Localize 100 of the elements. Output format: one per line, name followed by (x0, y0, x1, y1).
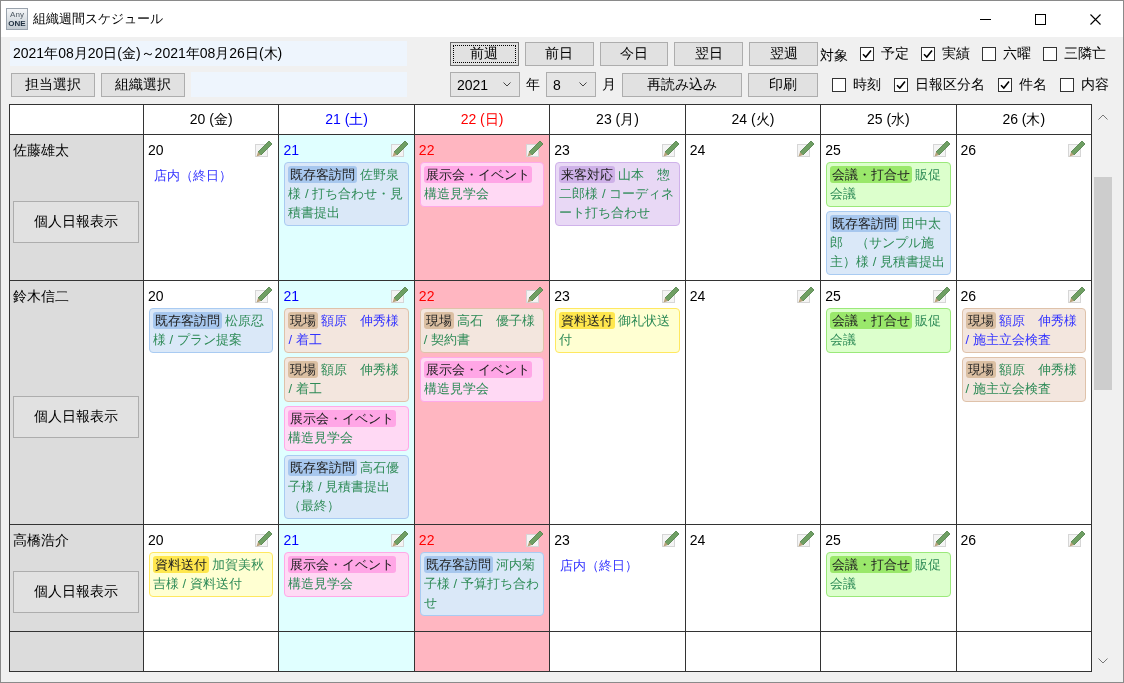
event-card[interactable]: 展示会・イベント 構造見学会 (419, 162, 545, 207)
category-label: 展示会・イベント (288, 410, 397, 427)
event-card[interactable]: 現場 高石 優子様 / 契約書 (419, 308, 545, 353)
event-card[interactable]: 展示会・イベント 構造見学会 (284, 552, 409, 597)
category-label: 資料送付 (153, 556, 209, 573)
date-range-field[interactable]: 2021年08月20日(金)～2021年08月26日(木) (10, 41, 407, 66)
pencil-icon[interactable] (1068, 139, 1086, 157)
scroll-up-icon[interactable] (1098, 114, 1108, 120)
target-label: 対象 (820, 46, 848, 65)
pencil-icon[interactable] (526, 285, 545, 303)
action-button[interactable]: 印刷 (748, 72, 818, 97)
event-text[interactable]: 店内（終日） (555, 556, 639, 575)
event-card[interactable]: 現場 額原 伸秀様 / 着工 (284, 357, 409, 402)
checkbox[interactable] (1043, 46, 1057, 61)
pencil-icon[interactable] (390, 529, 409, 547)
day-number: 20 (148, 288, 164, 304)
category-label: 展示会・イベント (288, 556, 397, 573)
pencil-icon[interactable] (932, 529, 951, 547)
chevron-down-icon (503, 82, 511, 87)
event-card[interactable]: 現場 額原 伸秀様 / 施主立会検査 (961, 357, 1086, 402)
checkbox-label[interactable]: 予定 (881, 44, 909, 63)
pencil-icon[interactable] (255, 285, 274, 303)
checkbox-label[interactable]: 内容 (1081, 75, 1109, 94)
year-select[interactable]: 2021 (450, 72, 520, 97)
pencil-icon[interactable] (255, 139, 274, 157)
category-label: 既存客訪問 (153, 312, 222, 329)
category-label: 会議・打合せ (830, 312, 913, 329)
daily-report-button[interactable]: 個人日報表示 (13, 200, 139, 243)
checkbox-label[interactable]: 六曜 (1003, 44, 1031, 63)
event-card[interactable]: 会議・打合せ 販促会議 (826, 162, 951, 207)
event-card[interactable]: 既存客訪問 高石優子様 / 見積書提出（最終） (284, 455, 409, 519)
day-number: 20 (148, 532, 164, 548)
select-button[interactable]: 担当選択 (11, 72, 95, 97)
pencil-icon[interactable] (661, 139, 680, 157)
checkbox[interactable] (860, 46, 874, 61)
event-card[interactable]: 既存客訪問 松原忍様 / プラン提案 (149, 308, 274, 353)
app-logo: Any ONE (6, 8, 28, 30)
event-card[interactable]: 展示会・イベント 構造見学会 (419, 357, 545, 402)
checkbox[interactable] (1060, 77, 1074, 92)
pencil-icon[interactable] (255, 529, 274, 547)
checkbox[interactable] (921, 46, 935, 61)
action-button[interactable]: 再読み込み (622, 72, 742, 97)
pencil-icon[interactable] (390, 285, 409, 303)
staff-name: 鈴木信二 (13, 287, 70, 305)
checkbox[interactable] (832, 77, 846, 92)
day-number: 25 (825, 142, 841, 158)
event-card[interactable]: 会議・打合せ 販促会議 (826, 552, 951, 597)
pencil-icon[interactable] (1068, 529, 1086, 547)
pencil-icon[interactable] (526, 139, 545, 157)
scroll-down-icon[interactable] (1098, 658, 1108, 664)
category-label: 資料送付 (559, 312, 616, 329)
event-card[interactable]: 来客対応 山本 惣二郎様 / コーディネート打ち合わせ (555, 162, 680, 226)
unit-label: 年 (526, 75, 540, 94)
checkbox[interactable] (982, 46, 996, 61)
nav-button[interactable]: 前週 (450, 41, 519, 66)
pencil-icon[interactable] (932, 285, 951, 303)
event-card[interactable]: 既存客訪問 佐野泉様 / 打ち合わせ・見積書提出 (284, 162, 409, 226)
nav-button[interactable]: 翌日 (674, 41, 744, 66)
event-card[interactable]: 資料送付 御礼状送付 (555, 308, 680, 353)
event-card[interactable]: 会議・打合せ 販促会議 (826, 308, 951, 353)
event-card[interactable]: 現場 額原 伸秀様 / 着工 (284, 308, 409, 353)
pencil-icon[interactable] (526, 529, 545, 547)
checkbox-label[interactable]: 件名 (1019, 75, 1047, 94)
pencil-icon[interactable] (797, 285, 816, 303)
pencil-icon[interactable] (797, 139, 816, 157)
daily-report-button[interactable]: 個人日報表示 (13, 395, 139, 438)
checkbox[interactable] (998, 77, 1012, 92)
staff-name: 佐藤雄太 (13, 141, 70, 159)
category-label: 既存客訪問 (288, 166, 358, 183)
nav-button[interactable]: 今日 (599, 41, 669, 66)
day-number: 25 (825, 288, 841, 304)
nav-button[interactable]: 前日 (524, 41, 594, 66)
pencil-icon[interactable] (661, 529, 680, 547)
checkbox-label[interactable]: 三隣亡 (1064, 44, 1106, 63)
checkbox-label[interactable]: 実績 (942, 44, 970, 63)
select-button[interactable]: 組織選択 (101, 72, 185, 97)
event-card[interactable]: 資料送付 加賀美秋吉様 / 資料送付 (149, 552, 274, 597)
event-text[interactable]: 店内（終日） (149, 166, 232, 185)
nav-button[interactable]: 翌週 (749, 41, 818, 66)
checkbox-label[interactable]: 日報区分名 (915, 75, 985, 94)
category-label: 会議・打合せ (830, 556, 913, 573)
checkbox[interactable] (894, 77, 908, 92)
month-select[interactable]: 8 (546, 72, 596, 97)
event-card[interactable]: 既存客訪問 河内菊子様 / 予算打ち合わせ (419, 552, 545, 616)
pencil-icon[interactable] (932, 139, 951, 157)
category-label: 展示会・イベント (423, 361, 532, 378)
event-card[interactable]: 展示会・イベント 構造見学会 (284, 406, 409, 451)
day-number: 21 (283, 142, 299, 158)
checkbox-label[interactable]: 時刻 (853, 75, 881, 94)
event-card[interactable]: 現場 額原 伸秀様 / 施主立会検査 (961, 308, 1086, 353)
pencil-icon[interactable] (390, 139, 409, 157)
scrollbar-thumb[interactable] (1094, 177, 1112, 390)
unit-label: 月 (602, 75, 616, 94)
daily-report-button[interactable]: 個人日報表示 (13, 571, 139, 613)
pencil-icon[interactable] (1068, 285, 1086, 303)
day-number: 23 (554, 532, 570, 548)
category-label: 来客対応 (559, 166, 616, 183)
event-card[interactable]: 既存客訪問 田中太郎 （サンプル施主）様 / 見積書提出 (826, 211, 951, 275)
pencil-icon[interactable] (797, 529, 816, 547)
pencil-icon[interactable] (661, 285, 680, 303)
